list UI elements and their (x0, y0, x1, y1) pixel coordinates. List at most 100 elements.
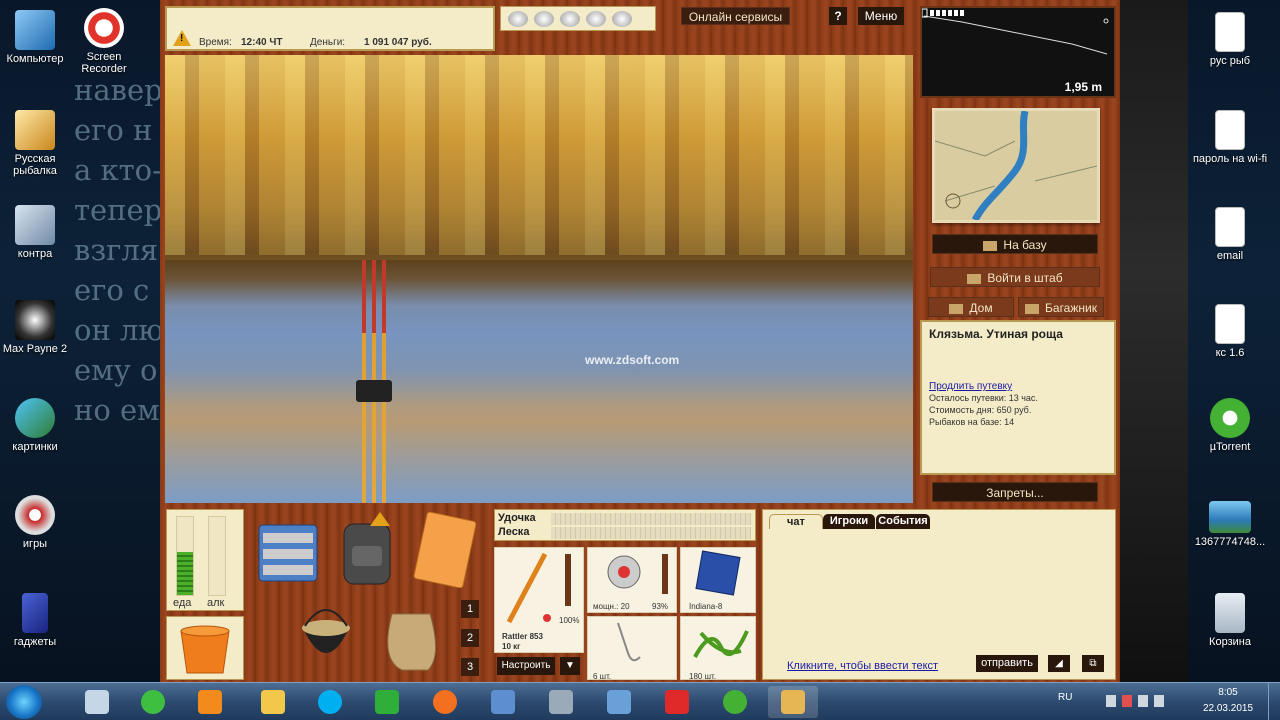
enter-hq-button[interactable]: Войти в штаб (930, 267, 1100, 287)
wallpaper-text: навер его н а кто- тепер взгля его с он … (74, 73, 164, 427)
tab-events[interactable]: События (876, 514, 930, 529)
desktop-icon-russian-fishing[interactable]: Русская рыбалка (0, 110, 72, 177)
yandex-icon (665, 690, 689, 714)
desktop-icon-counter-strike[interactable]: контра (0, 205, 72, 260)
backpack-icon[interactable] (338, 512, 396, 588)
taskbar-app-yandex[interactable] (652, 686, 702, 718)
fishing-rod[interactable] (376, 260, 392, 503)
messenger-icon (141, 690, 165, 714)
extend-permit-link[interactable]: Продлить путевку (929, 381, 1107, 392)
rod-condition: 100% (559, 616, 580, 625)
rod-slot[interactable]: 100% Rattler 853 10 кг (494, 547, 584, 653)
tray-flag-icon[interactable] (1138, 695, 1148, 707)
lure-name: Indiana-8 (689, 602, 723, 611)
recycle-bin-icon (1215, 593, 1245, 633)
taskbar-app-counter-strike[interactable] (536, 686, 586, 718)
fish-bucket-slot[interactable] (166, 616, 244, 680)
clock-time[interactable]: 8:05 (1198, 687, 1258, 701)
taskbar-app-mail[interactable] (478, 686, 528, 718)
location-map[interactable] (932, 108, 1100, 223)
send-button[interactable]: отправить (976, 655, 1038, 672)
lure-slot[interactable]: Indiana-8 (680, 547, 756, 613)
window-icon (85, 690, 109, 714)
go-to-base-button[interactable]: На базу (932, 234, 1098, 254)
desktop-icon-games[interactable]: игры (0, 495, 72, 550)
reel-icon (376, 380, 392, 402)
reel-slot[interactable]: мощн.: 20 93% (587, 547, 677, 613)
start-button[interactable] (6, 685, 42, 719)
tray-security-icon[interactable] (1122, 695, 1132, 707)
map-graphic (935, 111, 1097, 220)
fish-slot-icon[interactable] (534, 11, 554, 27)
taskbar-app-media-player[interactable] (185, 686, 235, 718)
counter-strike-icon (15, 205, 55, 245)
bans-button[interactable]: Запреты... (932, 482, 1098, 502)
chat-input-hint[interactable]: Кликните, чтобы ввести текст (787, 660, 938, 672)
skype-icon (318, 690, 342, 714)
online-services-button[interactable]: Онлайн сервисы (681, 7, 790, 25)
trunk-button[interactable]: Багажник (1018, 297, 1104, 317)
desktop-icon-wifi-password[interactable]: пароль на wi-fi (1192, 110, 1268, 165)
taskbar-app-utorrent[interactable] (710, 686, 760, 718)
cauldron-icon[interactable] (295, 598, 357, 672)
desktop-icon-rus-ryb[interactable]: рус рыб (1192, 12, 1268, 67)
setup-button[interactable]: Настроить (497, 657, 555, 675)
desktop-icon-image-file[interactable]: 1367774748... (1192, 495, 1268, 548)
bait-slot[interactable]: 180 шт. (680, 616, 756, 681)
taskbar-app-russian-fishing[interactable] (768, 686, 818, 718)
eraser-button[interactable]: ◢ (1048, 655, 1070, 672)
warning-icon[interactable]: ! (173, 30, 191, 46)
tab-players[interactable]: Игроки (823, 514, 875, 529)
food-level (177, 552, 193, 595)
hook-slot[interactable]: 6 шт. (587, 616, 677, 681)
taskbar-app-messenger[interactable] (128, 686, 178, 718)
quickslot-2-button[interactable]: 2 (461, 629, 479, 647)
taskbar-app-explorer-window[interactable] (72, 686, 122, 718)
notebook-icon[interactable] (410, 511, 477, 589)
media-player-icon (198, 690, 222, 714)
quickslot-1-button[interactable]: 1 (461, 600, 479, 618)
tray-network-icon[interactable] (1106, 695, 1116, 707)
desktop-icon-screen-recorder[interactable]: Screen Recorder (67, 8, 141, 75)
tab-chat[interactable]: чат (769, 514, 823, 529)
desktop-icon-recycle-bin[interactable]: Корзина (1192, 593, 1268, 648)
fish-slot-icon[interactable] (508, 11, 528, 27)
lake-water[interactable] (165, 260, 913, 503)
quickslot-3-button[interactable]: 3 (461, 658, 479, 676)
resize-chat-button[interactable]: ⧉ (1082, 655, 1104, 672)
tray-volume-icon[interactable] (1154, 695, 1164, 707)
desktop-icon-gadgets[interactable]: гаджеты (0, 593, 72, 648)
setup-dropdown-button[interactable]: ▼ (560, 657, 580, 675)
language-indicator[interactable]: RU (1058, 683, 1072, 720)
taskbar-app-firefox[interactable] (420, 686, 470, 718)
desktop-icon-pictures[interactable]: картинки (0, 398, 72, 453)
desktop-icon-computer[interactable]: Компьютер (0, 10, 72, 65)
fish-slot-icon[interactable] (560, 11, 580, 27)
time-value: 12:40 ЧТ (241, 37, 283, 48)
desktop-icon-cs16[interactable]: кс 1.6 (1192, 304, 1268, 359)
taskbar-app-audio[interactable] (594, 686, 644, 718)
max-payne-icon (15, 300, 55, 340)
menu-button[interactable]: Меню (858, 7, 904, 25)
fish-slot-icon[interactable] (586, 11, 606, 27)
home-button[interactable]: Дом (928, 297, 1014, 317)
show-desktop-button[interactable] (1268, 683, 1280, 720)
rod-wear-label: Удочка (498, 512, 536, 524)
clock-date[interactable]: 22.03.2015 (1198, 703, 1258, 717)
taskbar-app-skype[interactable] (305, 686, 355, 718)
desktop-icon-email[interactable]: email (1192, 207, 1268, 262)
document-icon (1215, 304, 1245, 344)
screen-recorder-icon (84, 8, 124, 48)
echo-sounder: 1,95 m (920, 6, 1116, 98)
taskbar-app-green-a[interactable] (362, 686, 412, 718)
taskbar: RU 8:05 22.03.2015 (0, 682, 1280, 720)
desktop-icon-utorrent[interactable]: µTorrent (1192, 398, 1268, 453)
fish-slot-icon[interactable] (612, 11, 632, 27)
help-button[interactable]: ? (829, 7, 847, 25)
taskbar-app-folder[interactable] (248, 686, 298, 718)
fishing-scene[interactable]: www.zdsoft.com (165, 55, 913, 503)
tackle-box-icon[interactable] (255, 515, 321, 585)
bucket-icon (180, 625, 230, 674)
bait-bag-icon[interactable] (378, 600, 444, 674)
desktop-icon-max-payne[interactable]: Max Payne 2 (0, 300, 72, 355)
